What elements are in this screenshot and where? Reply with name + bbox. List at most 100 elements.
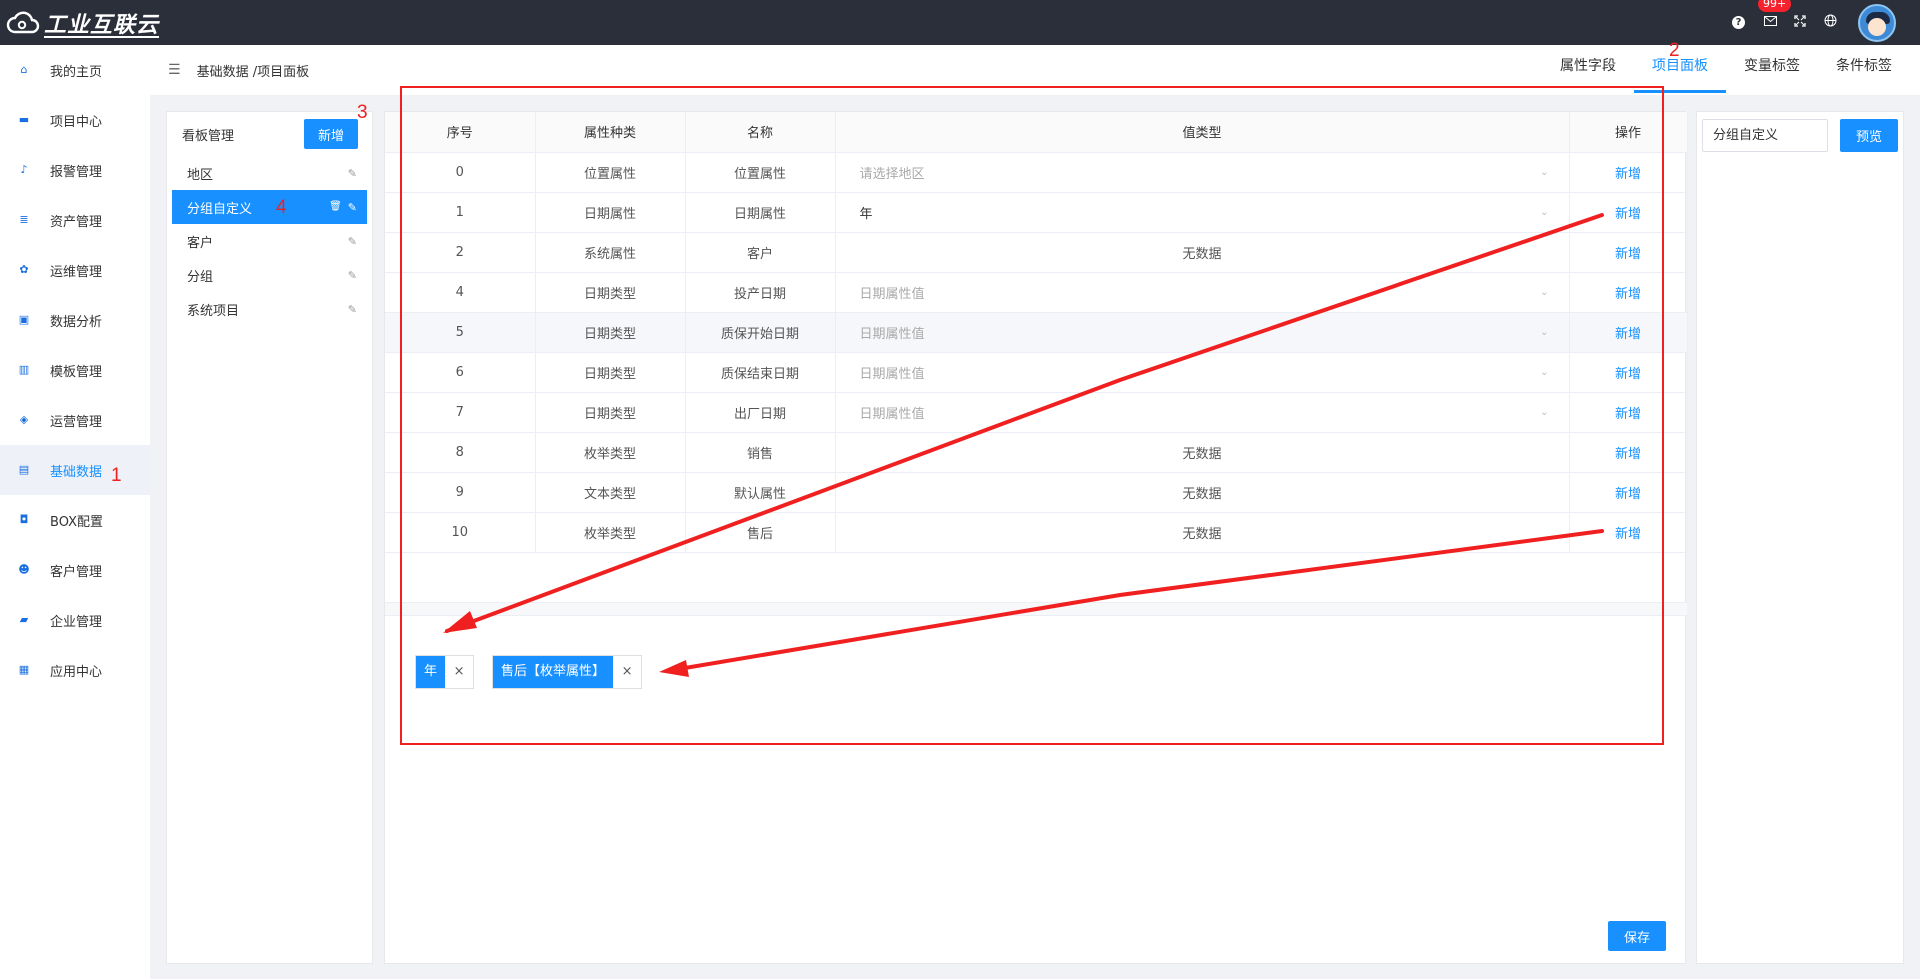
users-icon: ☻ bbox=[18, 563, 30, 576]
edit-icon[interactable]: ✎ bbox=[348, 167, 357, 180]
sidebar-item-12[interactable]: ▦ 应用中心 bbox=[0, 645, 150, 695]
board-item-actions: ✎ bbox=[348, 167, 357, 180]
table-row: 7 日期类型 出厂日期 日期属性值 ⌄ 新增 bbox=[385, 392, 1688, 433]
sidebar-item-2[interactable]: ♪ 报警管理 bbox=[0, 145, 150, 195]
add-attribute-link[interactable]: 新增 bbox=[1615, 407, 1641, 422]
board-item[interactable]: 地区 ✎ bbox=[172, 156, 367, 190]
chevron-down-icon: ⌄ bbox=[1540, 166, 1549, 178]
cell-kind: 日期属性 bbox=[535, 192, 686, 233]
chevron-down-icon: ⌄ bbox=[1540, 206, 1549, 218]
board-item-actions: ✎ bbox=[348, 235, 357, 248]
add-attribute-link[interactable]: 新增 bbox=[1615, 527, 1641, 542]
add-attribute-link[interactable]: 新增 bbox=[1615, 487, 1641, 502]
cell-name: 日期属性 bbox=[685, 192, 836, 233]
top-bar: 工业互联云 ? 99+ bbox=[0, 0, 1920, 45]
edit-icon[interactable]: ✎ bbox=[348, 235, 357, 248]
add-attribute-link[interactable]: 新增 bbox=[1615, 247, 1641, 262]
fullscreen-icon[interactable] bbox=[1792, 14, 1808, 31]
close-icon[interactable]: × bbox=[613, 656, 641, 688]
select-value: 日期属性值 bbox=[859, 366, 925, 382]
sidebar-item-label: 模板管理 bbox=[50, 364, 103, 380]
save-button[interactable]: 保存 bbox=[1608, 921, 1666, 951]
tab-3[interactable]: 条件标签 bbox=[1818, 45, 1910, 95]
add-attribute-link[interactable]: 新增 bbox=[1615, 367, 1641, 382]
value-select[interactable]: 日期属性值 ⌄ bbox=[836, 403, 1569, 422]
board-item[interactable]: 系统项目 ✎ bbox=[172, 292, 367, 326]
board-item-label: 分组 bbox=[187, 269, 214, 285]
add-board-button[interactable]: 新增 bbox=[303, 119, 358, 149]
add-attribute-link[interactable]: 新增 bbox=[1615, 167, 1641, 182]
edit-icon[interactable]: ✎ bbox=[348, 303, 357, 316]
tab-1[interactable]: 项目面板 bbox=[1634, 45, 1726, 95]
cell-index: 4 bbox=[385, 272, 536, 313]
sidebar-item-label: 项目中心 bbox=[50, 114, 103, 130]
tab-2[interactable]: 变量标签 bbox=[1726, 45, 1818, 95]
board-name-input[interactable]: 分组自定义 bbox=[1702, 119, 1828, 152]
value-select[interactable]: 日期属性值 ⌄ bbox=[836, 323, 1569, 342]
book-icon: ▤ bbox=[18, 463, 30, 476]
notification-badge: 99+ bbox=[1758, 0, 1792, 12]
edit-icon[interactable]: ✎ bbox=[348, 269, 357, 282]
tab-bar: 属性字段 项目面板 变量标签 条件标签 bbox=[1542, 45, 1910, 95]
sidebar-item-0[interactable]: ⌂ 我的主页 bbox=[0, 45, 150, 95]
cell-index: 0 bbox=[385, 152, 536, 193]
edit-icon[interactable]: ✎ bbox=[348, 201, 357, 214]
table-header-row: 序号 属性种类 名称 值类型 操作 bbox=[385, 112, 1688, 153]
cell-value-type: 日期属性值 ⌄ bbox=[835, 272, 1570, 313]
sidebar-item-3[interactable]: ≣ 资产管理 bbox=[0, 195, 150, 245]
attribute-table: 序号 属性种类 名称 值类型 操作 0 位置属性 位置属性 请选择地区 ⌄ 新增 1 日期属性 日期属性… bbox=[385, 112, 1688, 553]
cell-value-type: 无数据 bbox=[835, 432, 1570, 473]
help-icon[interactable]: ? bbox=[1732, 16, 1748, 29]
sidebar-item-9[interactable]: ◘ BOX配置 bbox=[0, 495, 150, 545]
sidebar-item-11[interactable]: ▰ 企业管理 bbox=[0, 595, 150, 645]
value-select[interactable]: 请选择地区 ⌄ bbox=[836, 163, 1569, 182]
board-item[interactable]: 分组 ✎ bbox=[172, 258, 367, 292]
delete-icon[interactable]: 🗑 bbox=[329, 201, 342, 214]
sidebar-item-label: BOX配置 bbox=[50, 514, 103, 530]
cell-index: 2 bbox=[385, 232, 536, 273]
sidebar-item-label: 运维管理 bbox=[50, 264, 103, 280]
cell-value-type: 无数据 bbox=[835, 512, 1570, 553]
close-icon[interactable]: × bbox=[445, 656, 473, 688]
add-attribute-link[interactable]: 新增 bbox=[1615, 327, 1641, 342]
template-icon: ▥ bbox=[18, 363, 30, 376]
sidebar-item-label: 报警管理 bbox=[50, 164, 103, 180]
board-item[interactable]: 客户 ✎ bbox=[172, 224, 367, 258]
sidebar-item-1[interactable]: ▬ 项目中心 bbox=[0, 95, 150, 145]
sidebar-item-6[interactable]: ▥ 模板管理 bbox=[0, 345, 150, 395]
cell-operation: 新增 bbox=[1569, 512, 1688, 553]
user-avatar[interactable] bbox=[1858, 3, 1896, 42]
sidebar-item-label: 企业管理 bbox=[50, 614, 103, 630]
mail-icon[interactable]: 99+ bbox=[1758, 0, 1792, 30]
value-select[interactable]: 日期属性值 ⌄ bbox=[836, 283, 1569, 302]
board-item[interactable]: 分组自定义 🗑 ✎ bbox=[172, 190, 367, 224]
value-select[interactable]: 年 ⌄ bbox=[836, 203, 1569, 222]
cell-operation: 新增 bbox=[1569, 152, 1688, 193]
home-icon: ⌂ bbox=[20, 63, 28, 76]
cell-index: 9 bbox=[385, 472, 536, 513]
cell-index: 7 bbox=[385, 392, 536, 433]
sidebar-item-8[interactable]: ▤ 基础数据 bbox=[0, 445, 150, 495]
cell-index: 5 bbox=[385, 312, 536, 353]
value-text: 无数据 bbox=[1182, 486, 1222, 502]
value-select[interactable]: 日期属性值 ⌄ bbox=[836, 363, 1569, 382]
sidebar-item-5[interactable]: ▣ 数据分析 bbox=[0, 295, 150, 345]
cell-operation: 新增 bbox=[1569, 472, 1688, 513]
sidebar-item-10[interactable]: ☻ 客户管理 bbox=[0, 545, 150, 595]
tag-label: 售后【枚举属性】 bbox=[493, 656, 614, 688]
sidebar-item-4[interactable]: ✿ 运维管理 bbox=[0, 245, 150, 295]
table-footer-strip bbox=[385, 602, 1687, 616]
app-logo[interactable]: 工业互联云 bbox=[6, 7, 159, 39]
cell-name: 出厂日期 bbox=[685, 392, 836, 433]
add-attribute-link[interactable]: 新增 bbox=[1615, 287, 1641, 302]
shield-icon: ◈ bbox=[19, 413, 29, 426]
column-header: 属性种类 bbox=[535, 112, 686, 153]
globe-icon[interactable] bbox=[1822, 14, 1838, 31]
add-attribute-link[interactable]: 新增 bbox=[1615, 207, 1641, 222]
sidebar-item-7[interactable]: ◈ 运营管理 bbox=[0, 395, 150, 445]
cell-index: 1 bbox=[385, 192, 536, 233]
preview-button[interactable]: 预览 bbox=[1840, 119, 1898, 152]
add-attribute-link[interactable]: 新增 bbox=[1615, 447, 1641, 462]
tab-0[interactable]: 属性字段 bbox=[1542, 45, 1634, 95]
menu-fold-icon[interactable]: ☰ bbox=[168, 62, 181, 78]
